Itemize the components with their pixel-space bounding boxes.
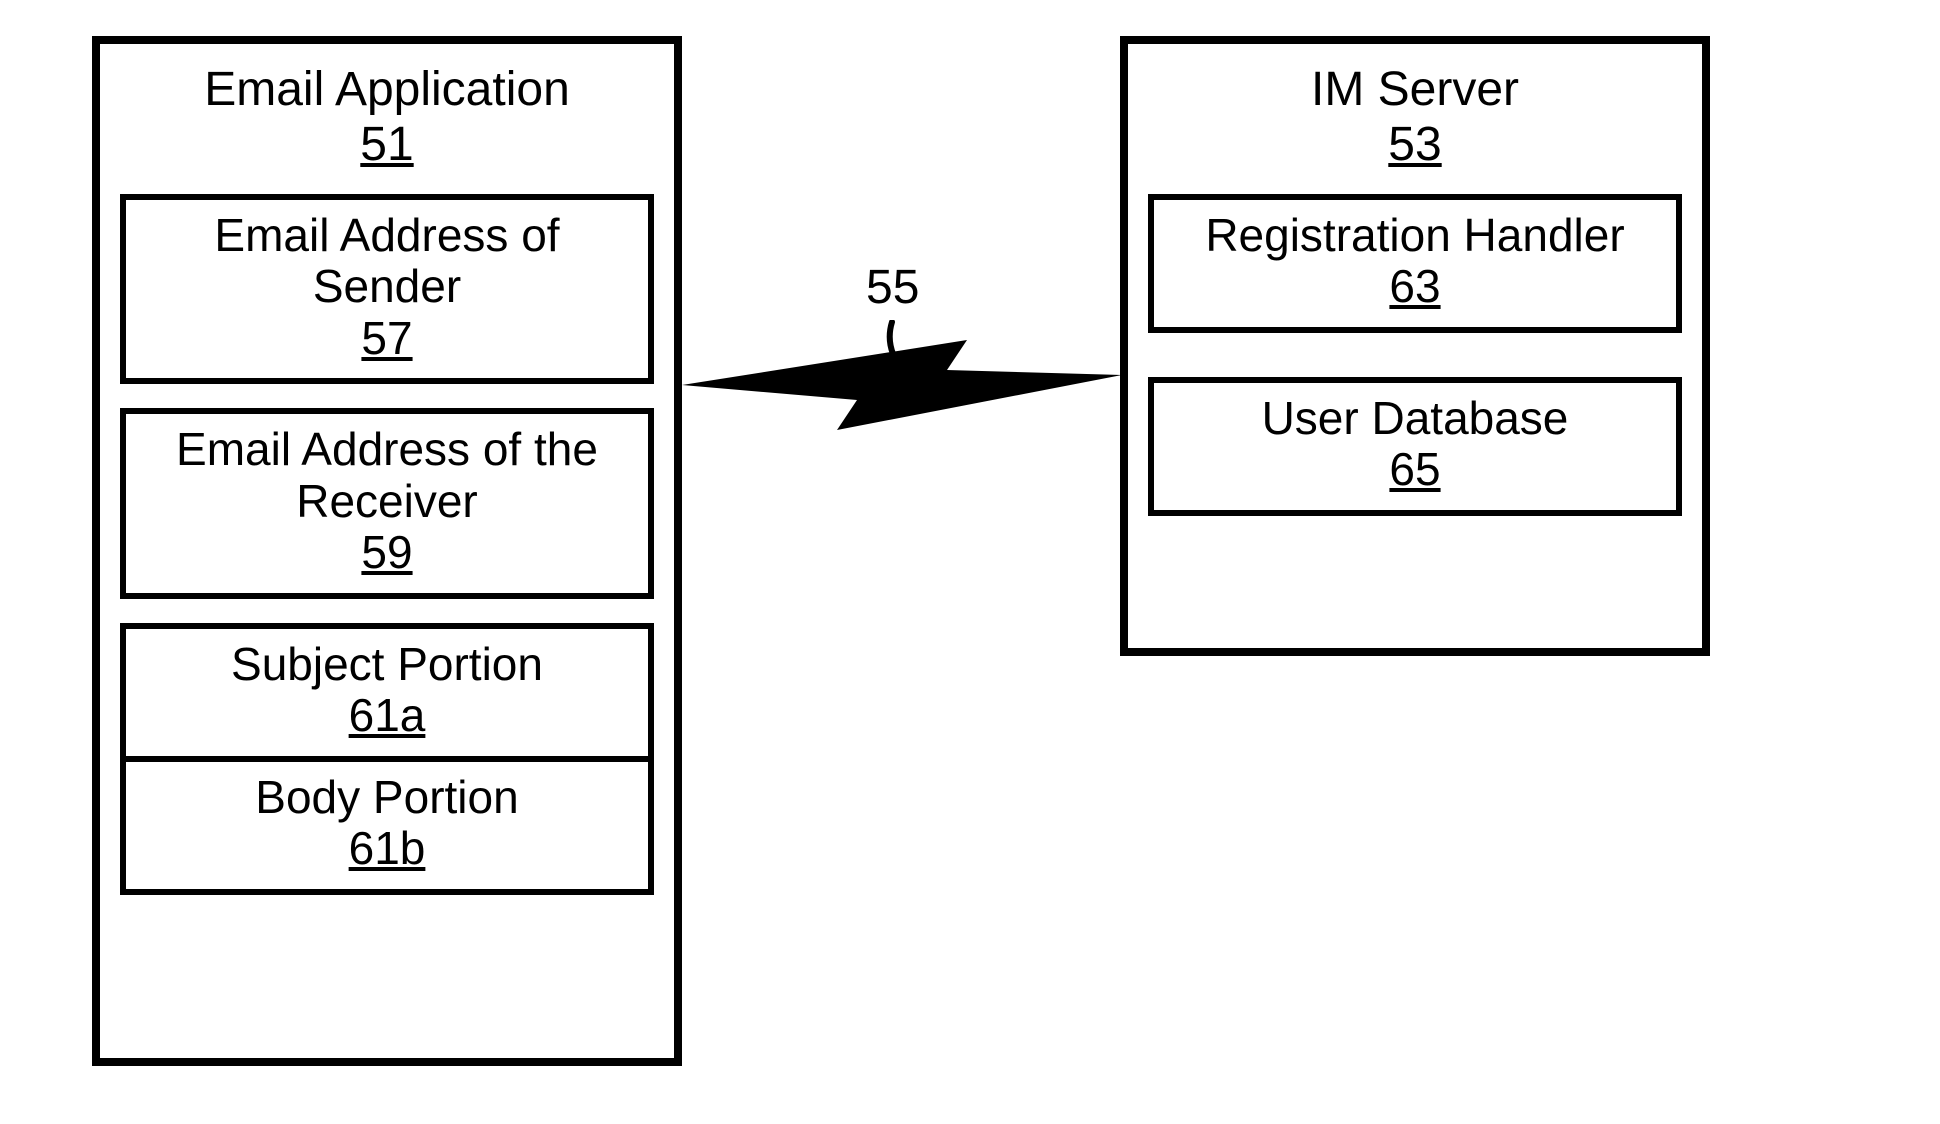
registration-handler-box: Registration Handler 63 (1148, 194, 1682, 333)
sender-address-ref: 57 (138, 313, 636, 365)
user-database-title: User Database (1166, 393, 1664, 445)
email-application-title: Email Application (120, 64, 654, 117)
registration-handler-ref: 63 (1166, 261, 1664, 313)
email-application-box: Email Application 51 Email Address of Se… (92, 36, 682, 1066)
subject-portion-box: Subject Portion 61a (120, 623, 654, 762)
diagram-canvas: Email Application 51 Email Address of Se… (0, 0, 1940, 1124)
connection-label: 55 (866, 260, 919, 315)
body-portion-ref: 61b (138, 823, 636, 875)
sender-address-title: Email Address of Sender (138, 210, 636, 313)
receiver-address-title: Email Address of the Receiver (138, 424, 636, 527)
registration-handler-title: Registration Handler (1166, 210, 1664, 262)
im-server-box: IM Server 53 Registration Handler 63 Use… (1120, 36, 1710, 656)
body-portion-title: Body Portion (138, 772, 636, 824)
receiver-address-box: Email Address of the Receiver 59 (120, 408, 654, 599)
im-server-title: IM Server (1148, 64, 1682, 117)
receiver-address-ref: 59 (138, 527, 636, 579)
sender-address-box: Email Address of Sender 57 (120, 194, 654, 385)
body-portion-box: Body Portion 61b (120, 762, 654, 895)
subject-portion-ref: 61a (138, 690, 636, 742)
im-server-ref: 53 (1148, 119, 1682, 172)
subject-portion-title: Subject Portion (138, 639, 636, 691)
connection-bolt-icon (682, 330, 1122, 460)
user-database-ref: 65 (1166, 444, 1664, 496)
user-database-box: User Database 65 (1148, 377, 1682, 516)
email-application-ref: 51 (120, 119, 654, 172)
